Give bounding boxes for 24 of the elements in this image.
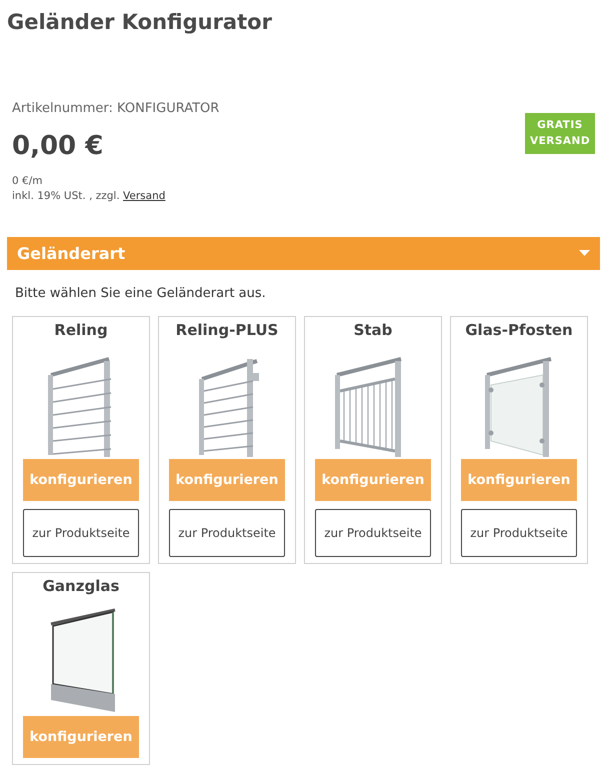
article-number: Artikelnummer: KONFIGURATOR bbox=[12, 100, 220, 118]
product-name: Reling bbox=[54, 320, 108, 341]
product-page-button[interactable]: zur Produktseite bbox=[461, 509, 577, 558]
product-page-button[interactable]: zur Produktseite bbox=[23, 509, 139, 558]
product-name: Glas-Pfosten bbox=[465, 320, 573, 341]
configure-button[interactable]: konfigurieren bbox=[23, 716, 139, 758]
unit-price: 0 €/m bbox=[12, 174, 44, 189]
instruction-text: Bitte wählen Sie eine Geländerart aus. bbox=[15, 285, 267, 304]
product-name: Ganzglas bbox=[42, 576, 120, 598]
product-name: Reling-PLUS bbox=[176, 320, 278, 341]
section-title: Geländerart bbox=[17, 242, 126, 265]
section-header[interactable]: Geländerart bbox=[7, 237, 600, 270]
shipping-link[interactable]: Versand bbox=[123, 190, 166, 202]
configure-button[interactable]: konfigurieren bbox=[169, 459, 285, 502]
configure-button[interactable]: konfigurieren bbox=[461, 459, 577, 502]
product-page-button[interactable]: zur Produktseite bbox=[315, 509, 431, 558]
product-page-button[interactable]: zur Produktseite bbox=[169, 509, 285, 558]
page-title: Geländer Konfigurator bbox=[7, 10, 273, 36]
configure-button[interactable]: konfigurieren bbox=[315, 459, 431, 502]
tax-note: inkl. 19% USt. , zzgl. Versand bbox=[12, 189, 166, 204]
free-shipping-badge: GRATIS VERSAND bbox=[525, 113, 595, 154]
product-name: Stab bbox=[354, 320, 392, 341]
price: 0,00 € bbox=[12, 130, 104, 163]
configure-button[interactable]: konfigurieren bbox=[23, 459, 139, 502]
